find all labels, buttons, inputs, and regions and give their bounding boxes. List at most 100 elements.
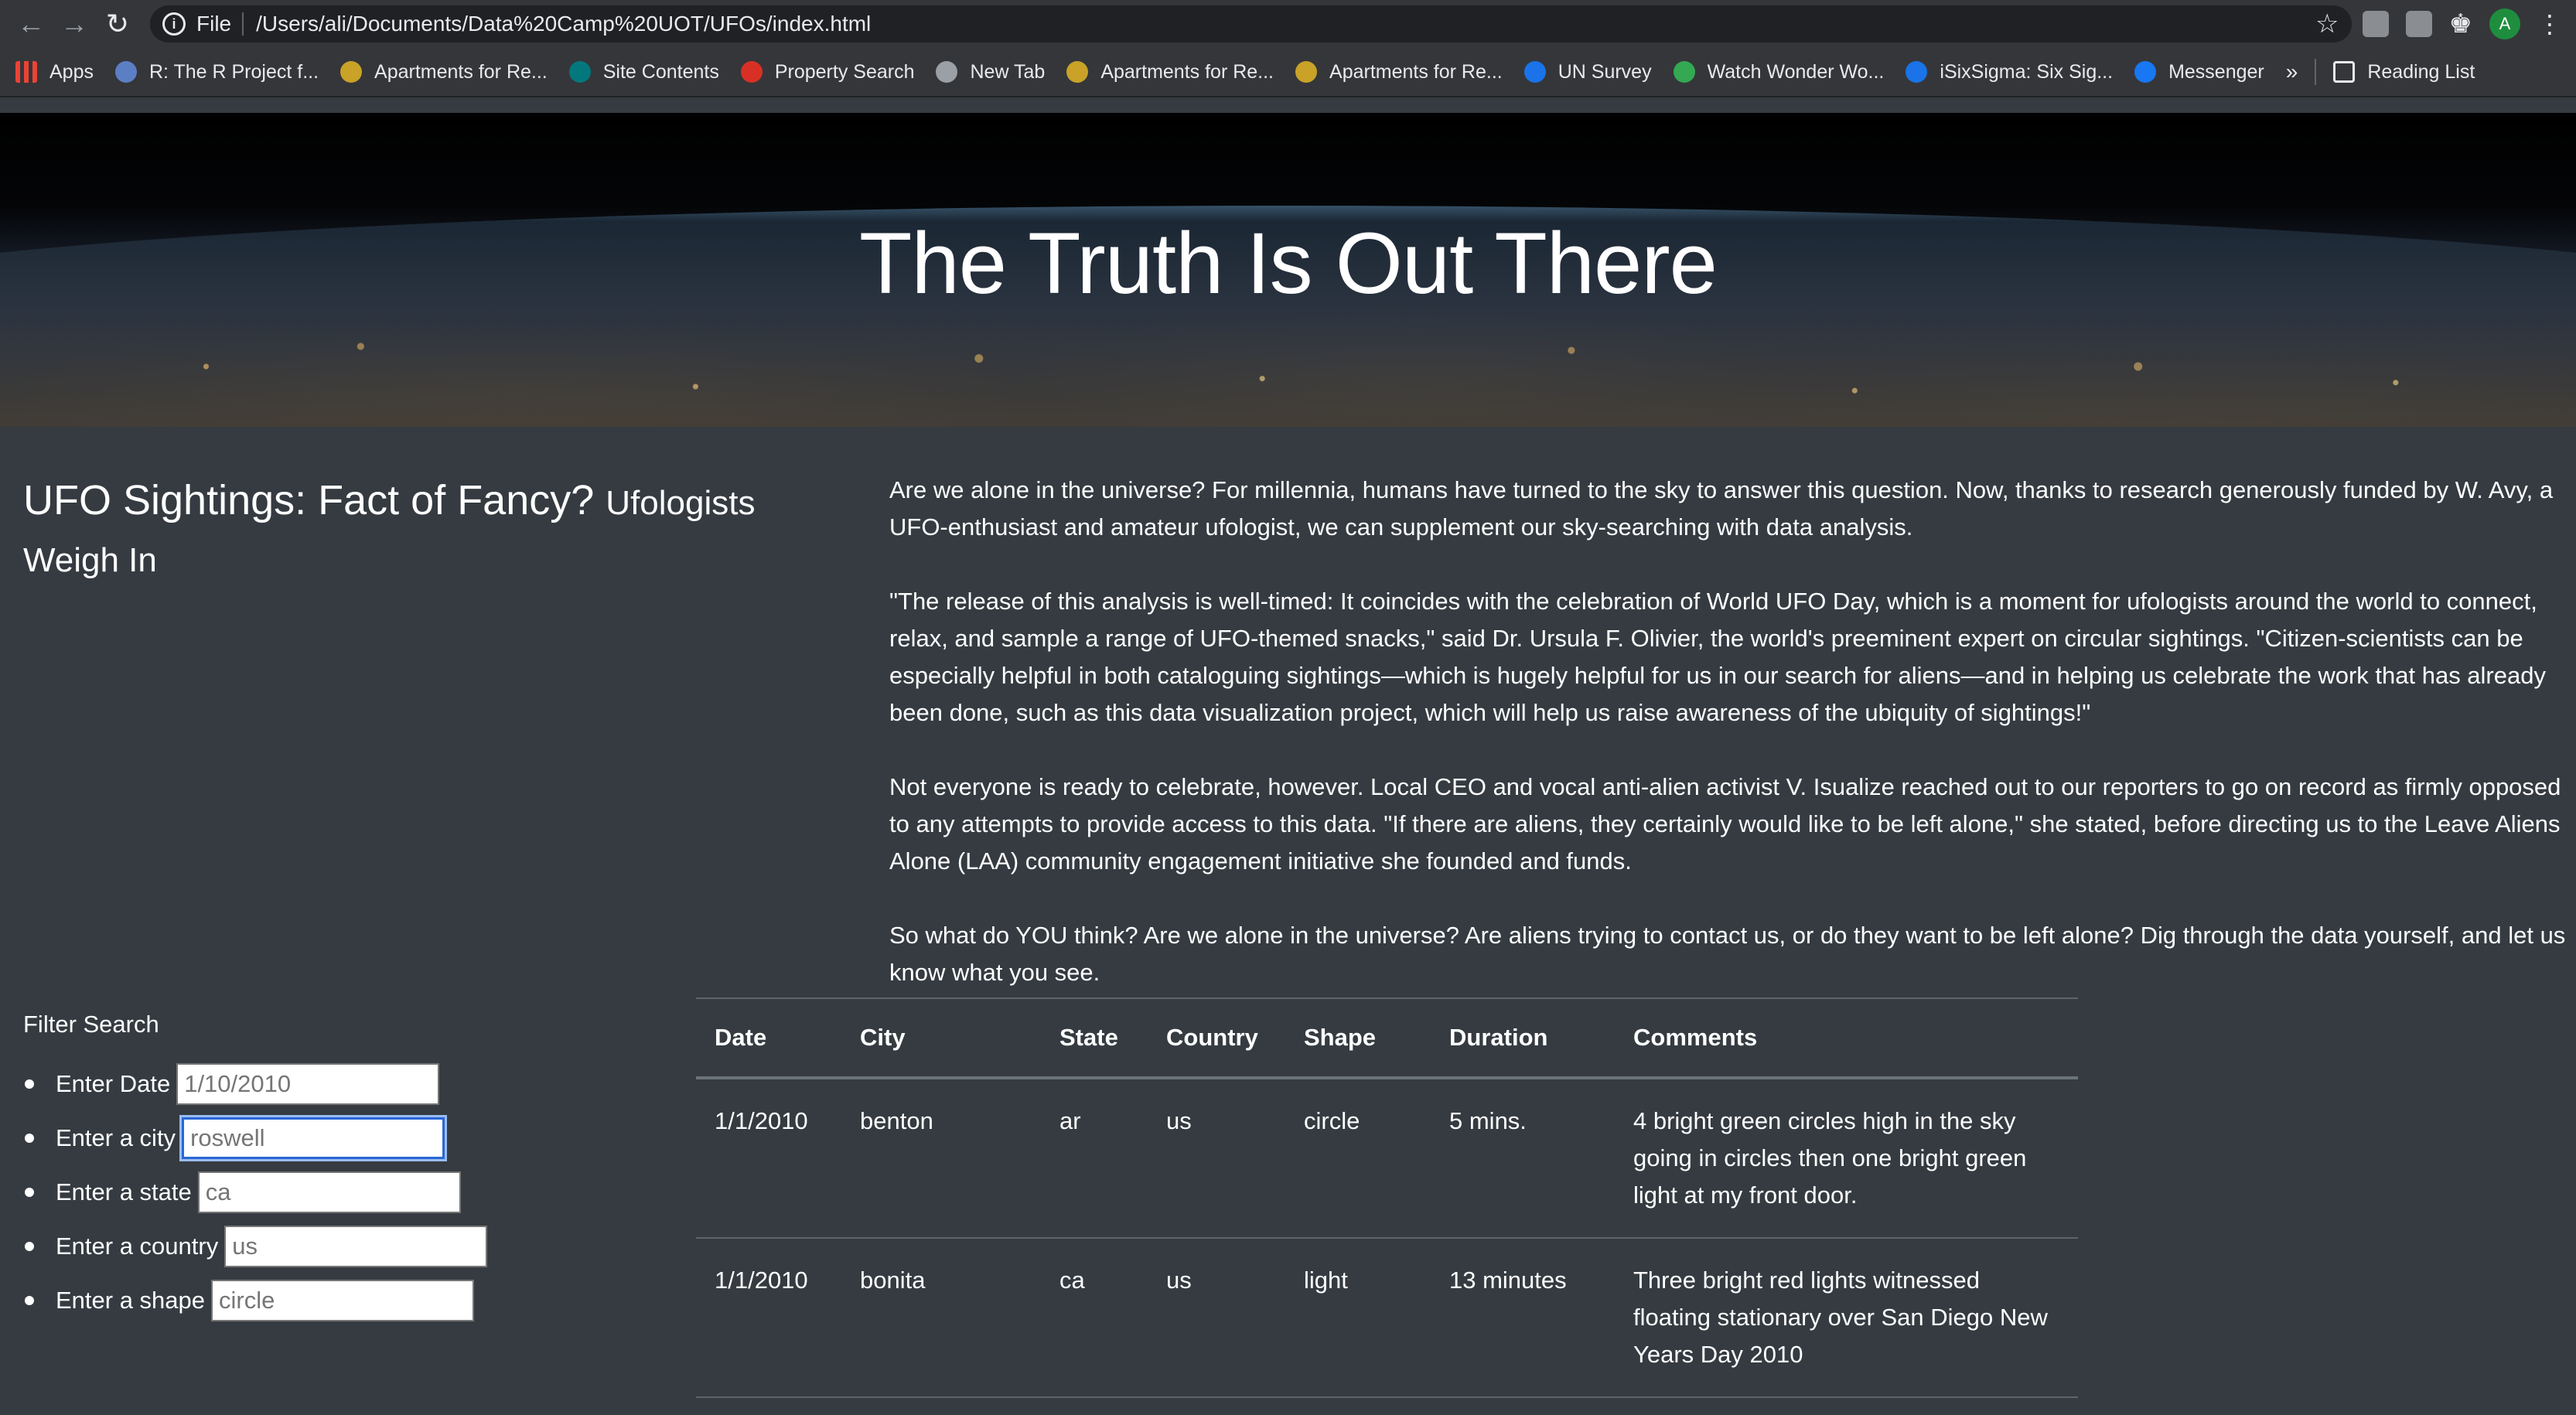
bookmark-item[interactable]: Apartments for Re... [1295, 61, 1503, 84]
bookmark-item[interactable]: R: The R Project f... [114, 60, 319, 84]
bookmark-label: Property Search [774, 60, 915, 83]
info-icon [1906, 61, 1928, 83]
r-project-icon [114, 61, 137, 83]
article-paragraph: Not everyone is ready to celebrate, howe… [889, 773, 2561, 875]
bookmark-label: Apps [49, 60, 94, 83]
cell-shape: circle [1304, 1107, 1360, 1134]
info-icon[interactable]: i [162, 12, 186, 36]
bookmark-item[interactable]: Apartments for Re... [1066, 61, 1274, 84]
bookmark-item[interactable]: UN Survey [1523, 60, 1652, 84]
bookmark-label: Apartments for Re... [1100, 60, 1274, 83]
column-header-duration: Duration [1449, 1024, 1548, 1051]
extensions-area: ♚ A ⋮ [2362, 9, 2567, 39]
bullet-icon [25, 1134, 34, 1143]
cell-date: 1/1/2010 [715, 1267, 808, 1294]
address-divider [242, 12, 244, 36]
main-content: UFO Sightings: Fact of Fancy? Ufologists… [0, 427, 2576, 1415]
cell-state: ca [1059, 1267, 1085, 1294]
url-text[interactable]: /Users/ali/Documents/Data%20Camp%20UOT/U… [256, 12, 2315, 36]
country-input[interactable] [224, 1226, 488, 1267]
bookmark-label: Apartments for Re... [374, 60, 548, 83]
table-row: 1/1/2010 bonita ca us light 13 minutes T… [696, 1238, 2078, 1397]
filter-label: Enter a shape [56, 1287, 206, 1314]
address-bar[interactable]: i File /Users/ali/Documents/Data%20Camp%… [150, 5, 2352, 43]
date-input[interactable] [176, 1063, 440, 1105]
reading-list-label: Reading List [2367, 60, 2475, 83]
property-icon [740, 61, 763, 83]
forward-arrow-icon[interactable]: → [53, 2, 96, 46]
article-title: UFO Sightings: Fact of Fancy? Ufologists… [23, 473, 781, 588]
extension-icon[interactable] [2362, 11, 2389, 37]
article-paragraph: Are we alone in the universe? For millen… [889, 476, 2554, 540]
article-paragraph: "The release of this analysis is well-ti… [889, 588, 2546, 726]
bookmark-star-icon[interactable]: ☆ [2315, 9, 2339, 39]
play-icon [1673, 61, 1695, 83]
filter-label: Enter Date [56, 1070, 171, 1097]
cell-city: benton [860, 1107, 933, 1134]
reading-list-icon [2333, 61, 2356, 83]
filter-panel: Filter Search Enter Date Enter a city En… [23, 1011, 565, 1328]
cell-state: ar [1059, 1107, 1081, 1134]
bookmarks-more-icon[interactable]: » [2286, 60, 2298, 84]
filter-item-date: Enter Date [23, 1057, 565, 1111]
table-header-row: Date City State Country Shape Duration C… [696, 998, 2078, 1078]
reload-icon[interactable]: ↻ [96, 2, 139, 46]
filter-title: Filter Search [23, 1011, 159, 1038]
bookmark-item[interactable]: Watch Wonder Wo... [1673, 60, 1885, 84]
facebook-icon [2134, 61, 2157, 83]
city-input[interactable] [179, 1115, 448, 1161]
cell-country: us [1166, 1267, 1192, 1294]
profile-avatar[interactable]: A [2489, 9, 2520, 39]
article-heading: UFO Sightings: Fact of Fancy? [23, 477, 595, 523]
ufo-table-container: Date City State Country Shape Duration C… [696, 997, 2078, 1398]
bookmarks-divider [2315, 59, 2317, 85]
back-arrow-icon[interactable]: ← [9, 2, 53, 46]
filter-label: Enter a country [56, 1233, 219, 1260]
bookmark-item[interactable]: Apps [15, 61, 94, 84]
bookmark-item[interactable]: Site Contents [568, 60, 719, 84]
filter-label: Enter a city [56, 1124, 176, 1151]
bookmark-item[interactable]: New Tab [936, 61, 1045, 84]
apps-grid-icon [15, 61, 37, 83]
article-paragraph: So what do YOU think? Are we alone in th… [889, 922, 2566, 986]
bookmark-item[interactable]: Apartments for Re... [340, 61, 548, 84]
shape-input[interactable] [211, 1280, 475, 1321]
column-header-country: Country [1166, 1024, 1258, 1051]
menu-kebab-icon[interactable]: ⋮ [2537, 9, 2562, 39]
cell-country: us [1166, 1107, 1192, 1134]
browser-toolbar: ← → ↻ i File /Users/ali/Documents/Data%2… [0, 0, 2576, 48]
table-row: 1/1/2010 benton ar us circle 5 mins. 4 b… [696, 1078, 2078, 1238]
cell-comments: 4 bright green circles high in the sky g… [1633, 1107, 2027, 1209]
bookmark-label: iSixSigma: Six Sig... [1940, 60, 2114, 83]
puzzle-icon[interactable]: ♚ [2449, 9, 2472, 39]
extension-icon[interactable] [2405, 11, 2432, 37]
bookmark-label: R: The R Project f... [148, 60, 319, 83]
bookmark-item[interactable]: Property Search [740, 60, 915, 84]
hero-title: The Truth Is Out There [859, 215, 1718, 312]
bookmark-label: UN Survey [1558, 60, 1652, 83]
bullet-icon [25, 1296, 34, 1305]
bookmark-item[interactable]: iSixSigma: Six Sig... [1906, 61, 2113, 84]
reading-list-button[interactable]: Reading List [2333, 61, 2475, 84]
bullet-icon [25, 1079, 34, 1089]
url-scheme-label: File [196, 12, 232, 36]
state-input[interactable] [197, 1171, 461, 1213]
column-header-city: City [860, 1024, 906, 1051]
bookmark-label: Apartments for Re... [1329, 60, 1503, 83]
article-body: Are we alone in the universe? For millen… [889, 472, 2575, 1028]
filter-label: Enter a state [56, 1178, 192, 1205]
filter-item-state: Enter a state [23, 1165, 565, 1219]
apartments-icon [1295, 61, 1318, 83]
column-header-date: Date [715, 1024, 767, 1051]
bookmark-label: Watch Wonder Wo... [1707, 60, 1885, 83]
filter-list: Enter Date Enter a city Enter a state En… [23, 1057, 565, 1328]
bookmark-item[interactable]: Messenger [2134, 61, 2264, 84]
bookmark-label: Site Contents [602, 60, 719, 83]
cell-shape: light [1304, 1267, 1348, 1294]
cell-duration: 5 mins. [1449, 1107, 1527, 1134]
column-header-shape: Shape [1304, 1024, 1377, 1051]
ufo-table: Date City State Country Shape Duration C… [696, 997, 2078, 1398]
cell-comments: Three bright red lights witnessed floati… [1633, 1267, 2048, 1368]
filter-item-shape: Enter a shape [23, 1274, 565, 1328]
globe-icon [936, 61, 958, 83]
